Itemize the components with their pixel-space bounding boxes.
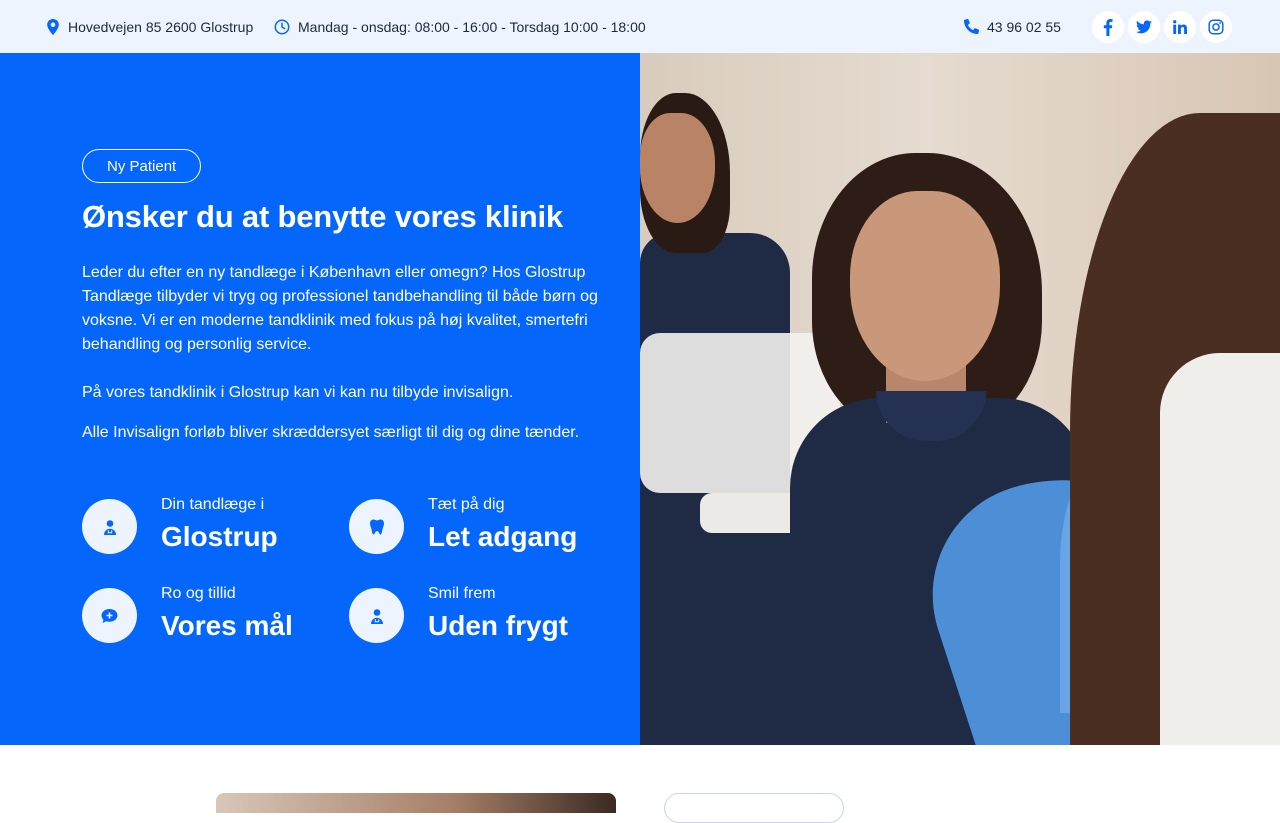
phone-icon — [964, 19, 979, 34]
chat-plus-icon — [82, 588, 137, 643]
facebook-icon[interactable] — [1092, 11, 1124, 43]
feature-access: Tæt på dig Let adgang — [349, 496, 577, 554]
feature-fearless: Smil frem Uden frygt — [349, 585, 568, 643]
feature-access-title: Let adgang — [428, 521, 578, 552]
photo-foreground-blur — [1160, 353, 1280, 745]
photo-dentist-face — [850, 191, 1000, 381]
hours-text: Mandag - onsdag: 08:00 - 16:00 - Torsdag… — [298, 18, 646, 35]
feature-goal-label: Ro og tillid — [161, 585, 236, 602]
twitter-icon[interactable] — [1128, 11, 1160, 43]
new-patient-button[interactable]: Ny Patient — [82, 149, 202, 183]
social-links — [1092, 11, 1232, 43]
address-info: Hovedvejen 85 2600 Glostrup — [46, 0, 253, 53]
tooth-icon — [349, 499, 404, 554]
hero-paragraph-intro: Leder du efter en ny tandlæge i Københav… — [82, 264, 598, 353]
top-info-bar: Hovedvejen 85 2600 Glostrup Mandag - ons… — [0, 0, 1280, 53]
feature-fearless-label: Smil frem — [428, 585, 496, 602]
hero-content: Ny Patient Ønsker du at benytte vores kl… — [0, 53, 640, 745]
feature-fearless-title: Uden frygt — [428, 610, 568, 641]
section-pill-partial — [664, 793, 844, 823]
address-text: Hovedvejen 85 2600 Glostrup — [68, 18, 254, 35]
feature-goal: Ro og tillid Vores mål — [82, 585, 293, 643]
opening-hours: Mandag - onsdag: 08:00 - 16:00 - Torsdag… — [274, 0, 646, 53]
dentist-icon — [82, 499, 137, 554]
clock-icon — [274, 19, 290, 35]
dentist-icon — [349, 588, 404, 643]
feature-goal-title: Vores mål — [161, 610, 293, 641]
feature-location-title: Glostrup — [161, 521, 278, 552]
hero-photo — [640, 53, 1280, 745]
instagram-icon[interactable] — [1200, 11, 1232, 43]
hero-section: Ny Patient Ønsker du at benytte vores kl… — [0, 53, 1280, 745]
feature-access-label: Tæt på dig — [428, 496, 505, 513]
feature-location-label: Din tandlæge i — [161, 496, 265, 513]
linkedin-icon[interactable] — [1164, 11, 1196, 43]
phone-link[interactable]: 43 96 02 55 — [964, 0, 1061, 53]
map-pin-icon — [46, 18, 60, 35]
hero-paragraph-custom: Alle Invisalign forløb bliver skræddersy… — [82, 424, 580, 441]
photo-person-left-face — [640, 113, 715, 223]
feature-location: Din tandlæge i Glostrup — [82, 496, 278, 554]
hero-title: Ønsker du at benytte vores klinik — [82, 199, 563, 234]
hero-paragraph-invisalign: På vores tandklinik i Glostrup kan vi ka… — [82, 384, 514, 401]
phone-number: 43 96 02 55 — [987, 18, 1061, 35]
section-image-partial — [216, 793, 616, 813]
